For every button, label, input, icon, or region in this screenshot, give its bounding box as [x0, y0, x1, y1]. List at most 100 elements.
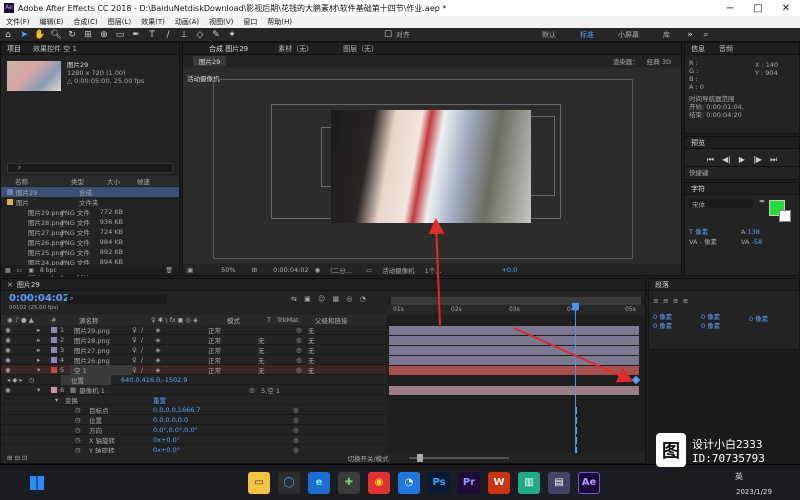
graph-editor-icon[interactable]: ◔	[360, 295, 366, 303]
layer-trkmat[interactable]: 无	[258, 365, 296, 375]
layer-duration-bar[interactable]	[389, 366, 639, 375]
safe-zones-icon[interactable]: ⊞	[252, 266, 257, 274]
prop-value[interactable]: 0x+0.0°	[153, 436, 293, 444]
playhead[interactable]	[575, 303, 576, 453]
new-folder-icon[interactable]: ▭	[17, 267, 23, 274]
kerning-value[interactable]: -58	[752, 238, 763, 246]
visibility-eye-icon[interactable]: ◉	[1, 386, 11, 394]
layer-parent[interactable]: 无	[308, 345, 315, 355]
tab-effect-controls[interactable]: 效果控件 空 1	[33, 44, 77, 54]
prop-value[interactable]: 0.0,0.0,1666.7	[153, 406, 293, 414]
menu-item-8[interactable]: 帮助(H)	[267, 17, 292, 27]
timeline-timecode[interactable]: 0:00:04:02	[9, 293, 70, 304]
zoom-tool-icon[interactable]: 🔍︎	[50, 29, 62, 41]
close-tab-icon[interactable]: ✕	[7, 281, 13, 289]
tab-timeline[interactable]: 图片29	[17, 280, 40, 290]
prop-value[interactable]: 0.0,0.0,0.0	[153, 416, 293, 424]
layer-duration-bar[interactable]	[389, 356, 639, 365]
space-before[interactable]: 0 像素	[653, 322, 672, 331]
work-area-bar[interactable]	[391, 297, 641, 305]
property-row[interactable]: ◂ ◆ ▸ ◷ 位置 640.0,416.0,-1502.9	[1, 374, 386, 385]
layer-parent[interactable]: 无	[308, 355, 315, 365]
windows-start-icon[interactable]	[30, 475, 44, 490]
eyedropper-icon[interactable]: ✒	[759, 197, 766, 206]
stopwatch-icon[interactable]: ◷	[75, 436, 89, 444]
property-group-row[interactable]: ▾ 变换 重置	[1, 395, 386, 405]
col-mode[interactable]: 模式	[227, 315, 267, 325]
project-item[interactable]: 图片25.png PNG 文件 892 KB	[1, 247, 179, 257]
col-trkmat[interactable]: TrkMat	[277, 316, 315, 324]
menu-item-1[interactable]: 编辑(E)	[40, 17, 64, 27]
menu-item-6[interactable]: 视图(V)	[209, 17, 233, 27]
layer-label-color[interactable]	[51, 336, 57, 343]
timeline-layer-row[interactable]: ◉ ▸ 3 图片27.png ♀ / ◈ 正常 无 ◎ 无	[1, 345, 386, 355]
font-size-value[interactable]: 像素	[695, 228, 708, 236]
hand-tool-icon[interactable]: ✋	[34, 29, 46, 41]
layer-parent[interactable]: 无	[308, 365, 315, 375]
tab-audio[interactable]: 音频	[719, 44, 733, 54]
stopwatch-icon[interactable]: ◷	[75, 416, 89, 424]
property-row[interactable]: ◷ X 轴旋转 0x+0.0° ◎	[1, 435, 386, 445]
position-track[interactable]	[389, 375, 641, 385]
layer-label-color[interactable]	[51, 346, 57, 353]
menu-item-7[interactable]: 窗口	[243, 17, 257, 27]
tab-info[interactable]: 信息	[691, 44, 705, 54]
rectangle-tool-icon[interactable]: ▭	[114, 29, 126, 41]
layer-duration-bar[interactable]	[389, 336, 639, 345]
edge-icon[interactable]: e	[308, 471, 330, 494]
space-after[interactable]: 0 像素	[701, 322, 720, 331]
bpc-label[interactable]: 8 bpc	[40, 267, 57, 274]
project-item[interactable]: 图片29.png PNG 文件 772 KB	[1, 207, 179, 217]
property-track[interactable]	[389, 436, 639, 445]
first-frame-icon[interactable]: ⏮	[707, 155, 714, 165]
after-effects-task-icon[interactable]: Ae	[578, 471, 600, 494]
show-snapshot-icon[interactable]: ◉	[315, 266, 321, 274]
play-icon[interactable]: ▶	[739, 155, 745, 165]
notes-icon[interactable]: ▤	[548, 471, 570, 494]
timeline-layer-row[interactable]: ◉ ▾ 6 ▦ 摄像机 1 ◎ 5.空 1	[1, 385, 386, 395]
comp-subtab[interactable]: 图片29	[193, 56, 227, 66]
last-frame-icon[interactable]: ⏭	[770, 155, 777, 165]
views-dropdown[interactable]: 1个...	[425, 265, 442, 275]
layer-label-color[interactable]	[51, 366, 57, 373]
col-size[interactable]: 大小	[107, 176, 137, 186]
layer-name[interactable]: 图片27.png	[70, 345, 132, 355]
workspace-default[interactable]: 默认	[542, 30, 556, 40]
close-button[interactable]: ✕	[772, 3, 800, 14]
toggle-switches-label[interactable]: 切换开关/模式	[347, 453, 388, 463]
layer-trkmat[interactable]: 无	[258, 335, 296, 345]
footer-icons[interactable]: ⊞ ⊟ ⊡	[7, 454, 27, 462]
taskbar-date[interactable]: 2023/1/29	[736, 488, 772, 496]
reset-link[interactable]: 重置	[153, 395, 166, 405]
chrome-icon[interactable]: ◉	[368, 471, 390, 494]
file-explorer-icon[interactable]: ▭	[248, 471, 270, 494]
lang-indicator[interactable]: 英	[735, 471, 743, 482]
search-task-icon[interactable]: ◯	[278, 471, 300, 494]
search-icon[interactable]: ⌕	[700, 29, 712, 41]
zoom-dropdown[interactable]: 50%	[221, 266, 235, 274]
layer-label-color[interactable]	[51, 386, 57, 393]
timeline-layer-row[interactable]: ◉ ▸ 2 图片28.png ♀ / ◈ 正常 无 ◎ 无	[1, 335, 386, 345]
premiere-icon[interactable]: Pr	[458, 471, 480, 494]
pickwhip-icon[interactable]: ◎	[293, 436, 299, 444]
layer-parent[interactable]: 5.空 1	[261, 385, 280, 395]
align-center-icon[interactable]: ≡	[663, 297, 669, 305]
layer-label-color[interactable]	[51, 326, 57, 333]
shy-icon[interactable]: ☺	[318, 295, 325, 303]
layer-duration-bar[interactable]	[389, 326, 639, 335]
align-checkbox[interactable]: ☐	[382, 29, 394, 41]
more-workspaces-icon[interactable]: »	[684, 29, 696, 41]
layer-switches[interactable]: ♀ / ◈	[132, 366, 208, 374]
expand-arrow-icon[interactable]: ▾	[37, 366, 40, 374]
camera-tool-icon[interactable]: ⊞	[82, 29, 94, 41]
roto-tool-icon[interactable]: ✎	[210, 29, 222, 41]
maximize-button[interactable]: □	[744, 3, 772, 14]
eraser-tool-icon[interactable]: ◇	[194, 29, 206, 41]
visibility-eye-icon[interactable]: ◉	[1, 336, 11, 344]
project-item[interactable]: 图片 文件夹	[1, 197, 179, 207]
layer-switches[interactable]: ♀ / ◈	[132, 336, 208, 344]
comp-mini-flowchart-icon[interactable]: ⇆	[291, 295, 297, 303]
pickwhip-icon[interactable]: ◎	[296, 336, 308, 344]
expand-arrow-icon[interactable]: ▾	[55, 396, 65, 404]
app-icon[interactable]: ▥	[518, 471, 540, 494]
